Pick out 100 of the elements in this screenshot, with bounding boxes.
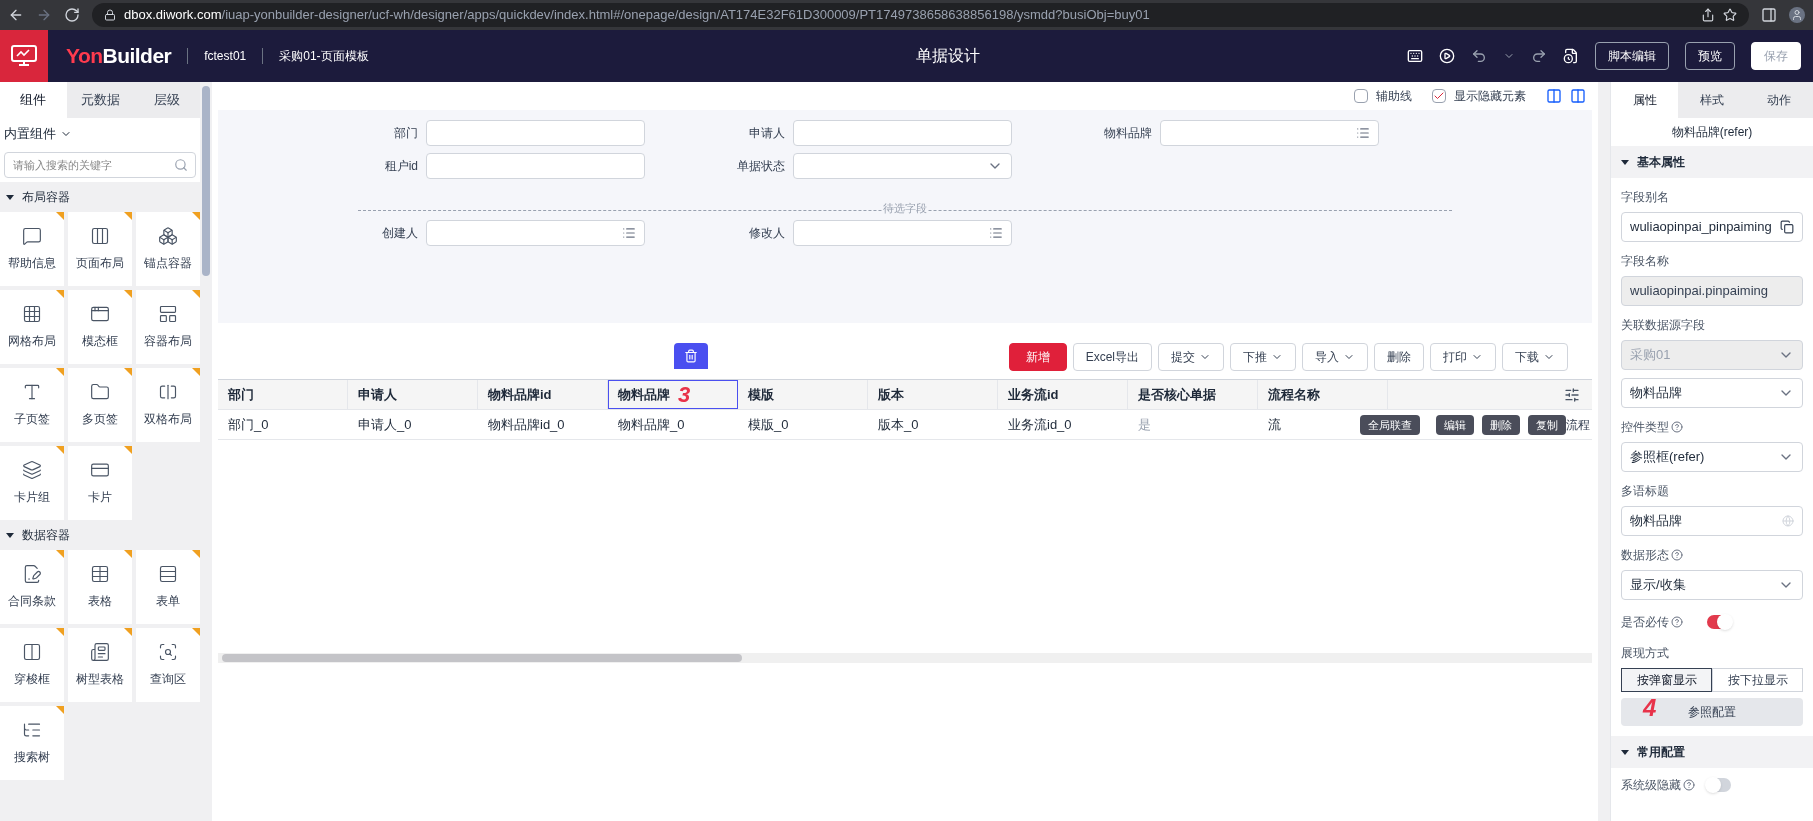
panel-tab[interactable]: 元数据 [66, 82, 134, 118]
toolbar-button[interactable]: 导入 [1302, 343, 1368, 371]
input-field[interactable] [1160, 120, 1379, 146]
column-header[interactable]: 是否核心单据 [1128, 380, 1258, 409]
side-panel-icon[interactable] [1761, 7, 1777, 23]
segment-option[interactable]: 按下拉显示 [1712, 668, 1803, 692]
tile-label: 页面布局 [76, 255, 124, 272]
section-header[interactable]: 常用配置 [1611, 736, 1813, 768]
row-action-button[interactable]: 编辑 [1436, 415, 1474, 435]
table-cell-text: 部门_0 [228, 415, 269, 434]
toggle-switch[interactable] [1707, 615, 1731, 629]
globe-icon [1782, 515, 1794, 527]
play-icon[interactable] [1439, 48, 1455, 64]
group-title: 布局容器 [22, 189, 70, 206]
category-dropdown[interactable]: 内置组件 [4, 122, 72, 146]
select-field[interactable]: 显示/收集 [1621, 570, 1803, 600]
checkbox[interactable] [1354, 89, 1368, 103]
row-action-button[interactable]: 删除 [1482, 415, 1520, 435]
section-header[interactable]: 基本属性 [1611, 146, 1813, 178]
component-tile[interactable]: 表单 [136, 550, 200, 624]
address-bar[interactable]: dbox.diwork.com/iuap-yonbuilder-designer/ucf-wh/designer/apps/quickdev/index.html#/onepage/design/AT174E32F61D300009/PT1749738658638856198/ysmdd?busiObj=buy01 [92, 3, 1749, 27]
row-action-button[interactable]: 复制 [1528, 415, 1566, 435]
component-tile[interactable]: 帮助信息 [0, 212, 64, 286]
column-header[interactable]: 业务流id [998, 380, 1128, 409]
toolbar-button[interactable]: Excel导出 [1072, 343, 1152, 371]
annotation-mark: 4 [1643, 696, 1657, 720]
scrollbar-thumb[interactable] [202, 86, 210, 276]
column-header[interactable]: 物料品牌 3 [608, 380, 738, 409]
component-tile[interactable]: 搜索树 [0, 706, 64, 780]
header-button[interactable]: 脚本编辑 [1595, 42, 1669, 70]
column-header[interactable]: 部门 [218, 380, 348, 409]
copy-icon[interactable] [1780, 220, 1794, 234]
undo-icon[interactable] [1471, 48, 1487, 64]
panel-tab[interactable]: 层级 [133, 82, 200, 118]
column-header[interactable]: 版本 [868, 380, 998, 409]
back-icon[interactable] [8, 7, 24, 23]
toolbar-button[interactable]: 提交 [1158, 343, 1224, 371]
component-tile[interactable]: 模态框 [68, 290, 132, 364]
component-tile[interactable]: 树型表格 [68, 628, 132, 702]
column-header[interactable]: 流程名称 [1258, 380, 1388, 409]
column-header[interactable]: 物料品牌id [478, 380, 608, 409]
keyboard-icon[interactable] [1407, 48, 1423, 64]
column-header[interactable]: 申请人 [348, 380, 478, 409]
component-tile[interactable]: 容器布局 [136, 290, 200, 364]
input-field[interactable] [426, 220, 645, 246]
component-tile[interactable]: 多页签 [68, 368, 132, 442]
page-name: 采购01-页面模板 [279, 48, 369, 65]
component-icon [22, 304, 42, 324]
component-tile[interactable]: 合同条款 [0, 550, 64, 624]
input-field[interactable] [793, 120, 1012, 146]
search-field[interactable]: 请输入搜索的关键字 [4, 152, 196, 178]
component-tile[interactable]: 卡片组 [0, 446, 64, 520]
toggle-switch[interactable] [1707, 778, 1731, 792]
select-field[interactable]: 参照框(refer) [1621, 442, 1803, 472]
input-field[interactable]: 物料品牌 [1621, 506, 1803, 536]
app-name: fctest01 [204, 48, 247, 65]
component-tile[interactable]: 表格 [68, 550, 132, 624]
toolbar-button[interactable]: 新增 [1008, 343, 1067, 371]
row-action-button[interactable]: 全局联查 [1360, 415, 1420, 435]
app-logo-icon [0, 30, 48, 82]
column-header[interactable]: 模版 [738, 380, 868, 409]
component-tile[interactable]: 卡片 [68, 446, 132, 520]
panel-tab[interactable]: 样式 [1678, 82, 1746, 118]
toolbar-button[interactable]: 下推 [1230, 343, 1296, 371]
toolbar-button[interactable]: 打印 [1430, 343, 1496, 371]
component-tile[interactable]: 穿梭框 [0, 628, 64, 702]
toolbar-button[interactable]: 下载 [1502, 343, 1568, 371]
history-icon[interactable] [1563, 48, 1579, 64]
layout-icon[interactable] [1570, 88, 1586, 104]
component-tile[interactable]: 查询区 [136, 628, 200, 702]
header-button[interactable]: 预览 [1685, 42, 1735, 70]
segment-option[interactable]: 按弹窗显示 [1621, 668, 1712, 692]
field-label: 物料品牌 [1103, 125, 1152, 142]
input-field[interactable] [793, 220, 1012, 246]
checkbox-label: 辅助线 [1376, 88, 1412, 105]
input-field[interactable] [426, 153, 645, 179]
forward-icon[interactable] [36, 7, 52, 23]
input-field[interactable]: wuliaopinpai_pinpaiming [1621, 212, 1803, 242]
panel-tab[interactable]: 组件 [0, 82, 67, 118]
toolbar-button[interactable]: 删除 [1374, 343, 1424, 371]
scrollbar-thumb[interactable] [222, 654, 742, 662]
star-icon[interactable] [1723, 8, 1737, 22]
profile-icon[interactable] [1789, 7, 1805, 23]
field-label: 字段名称 [1621, 253, 1669, 270]
tile-label: 双格布局 [144, 411, 192, 428]
select-field[interactable] [793, 153, 1012, 179]
component-tile[interactable]: 网格布局 [0, 290, 64, 364]
delete-column-button[interactable] [674, 343, 708, 369]
component-tile[interactable]: 子页签 [0, 368, 64, 442]
checkbox[interactable] [1432, 89, 1446, 103]
reload-icon[interactable] [64, 7, 80, 23]
column-settings-icon[interactable] [1564, 386, 1580, 403]
share-icon[interactable] [1701, 8, 1715, 22]
component-tile[interactable]: 页面布局 [68, 212, 132, 286]
panel-tab[interactable]: 动作 [1745, 82, 1813, 118]
input-field[interactable] [426, 120, 645, 146]
layout-icon[interactable] [1546, 88, 1562, 104]
component-tile[interactable]: 双格布局 [136, 368, 200, 442]
component-tile[interactable]: 锚点容器 [136, 212, 200, 286]
redo-icon[interactable] [1531, 48, 1547, 64]
